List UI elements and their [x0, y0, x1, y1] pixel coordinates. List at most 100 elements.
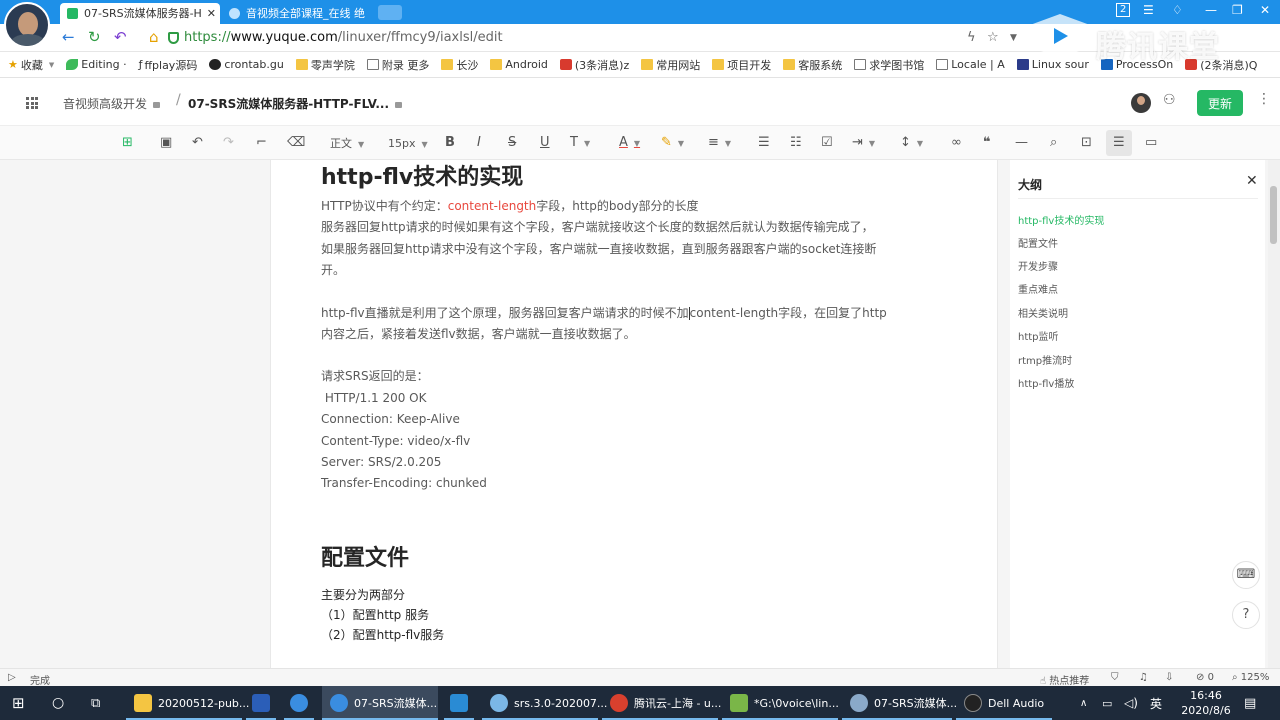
bookmark-item[interactable]: Locale | A: [936, 58, 1005, 71]
download-icon[interactable]: ⇩: [1165, 672, 1173, 683]
speaker-icon[interactable]: ♫: [1139, 672, 1148, 683]
update-button[interactable]: 更新: [1197, 90, 1243, 116]
blocked-count[interactable]: ⊘ 0: [1196, 672, 1214, 683]
bookmark-folder[interactable]: Android: [490, 58, 548, 71]
insert-icon[interactable]: ⊞: [122, 134, 133, 152]
apps-grid-icon[interactable]: [26, 97, 38, 109]
chevron-down-icon[interactable]: ▼: [1010, 33, 1017, 43]
undo-icon[interactable]: ↶: [192, 134, 203, 152]
bookmark-item[interactable]: crontab.gu: [209, 58, 284, 71]
shield-icon[interactable]: ⛉: [1111, 672, 1119, 683]
document-content[interactable]: http-flv技术的实现 HTTP协议中有个约定：content-length…: [321, 160, 941, 645]
new-tab-button[interactable]: [378, 5, 402, 20]
search-doc-icon[interactable]: ⌕: [1050, 134, 1057, 152]
tab-count-badge[interactable]: 2: [1116, 3, 1131, 17]
folder-icon[interactable]: ▭: [1145, 134, 1157, 152]
minimize-icon[interactable]: —: [1205, 3, 1217, 17]
bold-icon[interactable]: B: [445, 134, 455, 152]
bookmark-item[interactable]: 附录 更多: [366, 57, 429, 73]
star-icon[interactable]: ☆: [987, 30, 999, 45]
line-height-icon[interactable]: ↕ ▼: [900, 134, 923, 153]
bookmark-folder[interactable]: 零声学院: [295, 57, 355, 73]
taskbar-item-explorer[interactable]: 20200512-pub...: [126, 686, 249, 720]
ordered-list-icon[interactable]: ☷: [790, 134, 802, 152]
highlight-icon[interactable]: ✎ ▼: [661, 134, 684, 153]
outline-item[interactable]: 配置文件: [1018, 235, 1058, 250]
underline-icon[interactable]: U: [540, 134, 550, 152]
bookmark-item[interactable]: ★ 收藏 ▼: [8, 57, 54, 73]
zoom-level[interactable]: ⌕ 125%: [1232, 672, 1269, 683]
taskbar-item-browser-active[interactable]: 07-SRS流媒体...: [322, 686, 438, 720]
sidebar-toggle-icon[interactable]: ▷: [8, 672, 16, 683]
ime-icon[interactable]: 英: [1150, 686, 1162, 720]
outline-item[interactable]: http监听: [1018, 328, 1059, 343]
outline-item[interactable]: 重点难点: [1018, 281, 1058, 296]
chevron-up-icon[interactable]: ∧: [1080, 686, 1087, 720]
browser-tab[interactable]: 音视频全部课程_在线 绝: [222, 3, 372, 24]
bookmark-folder[interactable]: 客服系统: [783, 57, 842, 73]
back-icon[interactable]: ←: [62, 28, 75, 46]
paragraph-style-select[interactable]: 正文 ▼: [330, 135, 364, 154]
indent-icon[interactable]: ⇥ ▼: [852, 134, 875, 153]
bookmark-folder[interactable]: 项目开发: [712, 57, 771, 73]
taskbar-item-srs[interactable]: srs.3.0-202007...: [482, 686, 607, 720]
reload-icon[interactable]: ↻: [88, 28, 101, 46]
outline-item[interactable]: 开发步骤: [1018, 258, 1058, 273]
menu-icon[interactable]: ☰: [1143, 3, 1154, 17]
taskbar-item-dell-audio[interactable]: Dell Audio: [956, 686, 1052, 720]
windows-start-icon[interactable]: ⊞: [12, 686, 25, 720]
scrollbar-thumb[interactable]: [1270, 186, 1277, 244]
home-icon[interactable]: ⌂: [149, 28, 159, 46]
taskbar-item-tencent-cloud[interactable]: 腾讯云-上海 - u...: [602, 686, 721, 720]
keyboard-shortcut-icon[interactable]: ⌨: [1232, 561, 1260, 589]
taskbar-item-browser-2[interactable]: 07-SRS流媒体...: [842, 686, 957, 720]
taskbar-item-browser[interactable]: [284, 686, 314, 720]
divider-icon[interactable]: —: [1015, 134, 1028, 152]
browser-tab-active[interactable]: 07-SRS流媒体服务器-H ✕: [60, 3, 220, 24]
restore-icon[interactable]: ❐: [1232, 3, 1243, 17]
link-icon[interactable]: ∞: [951, 134, 962, 152]
add-collaborator-icon[interactable]: ⚇: [1163, 92, 1176, 108]
bullet-list-icon[interactable]: ☰: [758, 134, 770, 152]
document-page[interactable]: http-flv技术的实现 HTTP协议中有个约定：content-length…: [270, 160, 998, 668]
format-painter-icon[interactable]: ⌐: [256, 134, 267, 152]
outline-item[interactable]: 相关类说明: [1018, 305, 1068, 320]
system-clock[interactable]: 16:46 2020/8/6: [1180, 688, 1232, 718]
url-field[interactable]: https://www.yuque.com/linuxer/ffmcy9/iax…: [184, 30, 503, 45]
save-icon[interactable]: ▣: [160, 134, 172, 152]
search-icon[interactable]: ○: [52, 686, 64, 720]
outline-item[interactable]: http-flv播放: [1018, 375, 1074, 390]
bookmark-folder[interactable]: 常用网站: [641, 57, 700, 73]
breadcrumb-parent[interactable]: 音视频高级开发: [63, 95, 161, 112]
lightning-icon[interactable]: ϟ: [967, 30, 976, 45]
redo-icon[interactable]: ↷: [223, 134, 234, 152]
align-icon[interactable]: ≡ ▼: [708, 134, 731, 153]
task-view-icon[interactable]: ⧉: [91, 686, 100, 720]
network-icon[interactable]: ▭: [1102, 686, 1112, 720]
volume-icon[interactable]: ◁): [1124, 686, 1138, 720]
bookmark-item[interactable]: Editing ·: [66, 58, 127, 71]
hot-news-button[interactable]: ☝ 热点推荐: [1040, 672, 1089, 687]
close-window-icon[interactable]: ✕: [1260, 3, 1270, 17]
font-size-select[interactable]: 15px ▼: [388, 135, 428, 154]
profile-avatar[interactable]: [4, 2, 50, 48]
outline-toggle-icon[interactable]: ☰: [1113, 134, 1125, 152]
taskbar-item-vscode[interactable]: [444, 686, 474, 720]
image-icon[interactable]: ⊡: [1081, 134, 1092, 152]
outline-item[interactable]: http-flv技术的实现: [1018, 212, 1104, 227]
notification-icon[interactable]: ▤: [1244, 686, 1256, 720]
shirt-icon[interactable]: ♢: [1172, 3, 1183, 17]
help-icon[interactable]: ?: [1232, 601, 1260, 629]
close-icon[interactable]: ✕: [1246, 173, 1258, 189]
clear-format-icon[interactable]: ⌫: [287, 134, 305, 152]
user-avatar[interactable]: [1131, 93, 1151, 113]
strikethrough-icon[interactable]: S: [508, 134, 516, 152]
italic-icon[interactable]: I: [477, 134, 481, 152]
quote-icon[interactable]: ❝: [983, 134, 991, 152]
outline-item[interactable]: rtmp推流时: [1018, 352, 1072, 367]
bookmark-item[interactable]: (3条消息)z: [559, 57, 629, 73]
bookmark-item[interactable]: 求学图书馆: [854, 57, 924, 73]
page-scrollbar[interactable]: [1268, 160, 1280, 668]
bookmark-item[interactable]: ƒ ffplay源码: [139, 57, 198, 73]
bookmark-folder[interactable]: 长沙: [441, 57, 478, 73]
